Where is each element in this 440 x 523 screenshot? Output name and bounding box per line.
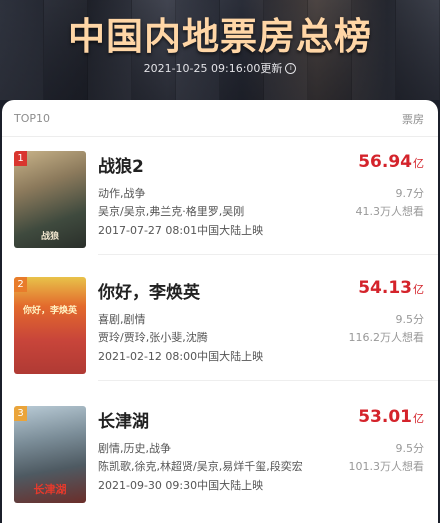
want-to-see-count: 41.3万人想看: [355, 205, 425, 218]
top10-label: TOP10: [14, 112, 51, 125]
update-time: 2021-10-25 09:16:00更新 i: [0, 60, 440, 76]
movie-title[interactable]: 战狼2: [98, 152, 144, 177]
box-office-value: 53.01亿: [358, 407, 424, 427]
box-office-value: 54.13亿: [358, 278, 424, 298]
movie-score: 9.5分: [395, 313, 425, 326]
movie-row[interactable]: 2 你好，李焕英 你好，李焕英 54.13亿 喜剧,剧情 贾玲/贾玲,张小斐,沈…: [2, 263, 438, 381]
box-office-unit: 亿: [413, 412, 424, 425]
release-date: 2017-07-27 08:01中国大陆上映: [98, 224, 264, 237]
movie-poster[interactable]: 3 长津湖: [14, 406, 86, 503]
update-time-text: 2021-10-25 09:16:00更新: [143, 62, 283, 75]
movie-title[interactable]: 长津湖: [98, 407, 149, 432]
release-date: 2021-09-30 09:30中国大陆上映: [98, 479, 264, 492]
box-office-number: 54.13: [358, 278, 412, 298]
ranking-card: TOP10 票房 1 战狼 战狼2 56.94亿 动作,战争 吴京/吴京,弗兰克…: [2, 100, 438, 523]
poster-caption: 长津湖: [33, 483, 67, 496]
poster-caption: 战狼: [40, 232, 59, 242]
movie-genre: 剧情,历史,战争: [98, 442, 171, 455]
box-office-unit: 亿: [413, 283, 424, 296]
movie-poster[interactable]: 2 你好，李焕英: [14, 277, 86, 374]
movie-cast: 吴京/吴京,弗兰克·格里罗,吴刚: [98, 205, 245, 218]
box-office-number: 53.01: [358, 407, 412, 427]
rank-badge: 1: [14, 151, 27, 166]
poster-caption: 你好，李焕英: [22, 306, 77, 316]
movie-title[interactable]: 你好，李焕英: [98, 278, 200, 303]
box-office-number: 56.94: [358, 152, 412, 172]
want-to-see-count: 116.2万人想看: [348, 331, 425, 344]
movie-score: 9.5分: [395, 442, 425, 455]
want-to-see-count: 101.3万人想看: [348, 460, 425, 473]
movie-row[interactable]: 1 战狼 战狼2 56.94亿 动作,战争 吴京/吴京,弗兰克·格里罗,吴刚 2…: [2, 137, 438, 255]
rank-badge: 2: [14, 277, 27, 292]
box-office-label: 票房: [402, 113, 424, 126]
movie-score: 9.7分: [395, 187, 425, 200]
box-office-unit: 亿: [413, 157, 424, 170]
release-date: 2021-02-12 08:00中国大陆上映: [98, 350, 264, 363]
page-title: 中国内地票房总榜: [68, 15, 372, 58]
movie-genre: 喜剧,剧情: [98, 313, 146, 326]
row-divider: [98, 380, 438, 381]
movie-cast: 贾玲/贾玲,张小斐,沈腾: [98, 331, 208, 344]
movie-cast: 陈凯歌,徐克,林超贤/吴京,易烊千玺,段奕宏: [98, 460, 303, 473]
movie-poster[interactable]: 1 战狼: [14, 151, 86, 248]
row-divider: [98, 254, 438, 255]
movie-genre: 动作,战争: [98, 187, 146, 200]
hero-banner: 中国内地票房总榜 2021-10-25 09:16:00更新 i: [0, 0, 440, 100]
movie-row[interactable]: 3 长津湖 长津湖 53.01亿 剧情,历史,战争 陈凯歌,徐克,林超贤/吴京,…: [2, 392, 438, 510]
info-icon[interactable]: i: [285, 62, 297, 74]
rank-badge: 3: [14, 406, 27, 421]
box-office-value: 56.94亿: [358, 152, 424, 172]
ranking-header: TOP10 票房: [2, 100, 438, 137]
box-office-page: 中国内地票房总榜 2021-10-25 09:16:00更新 i TOP10 票…: [0, 0, 440, 523]
